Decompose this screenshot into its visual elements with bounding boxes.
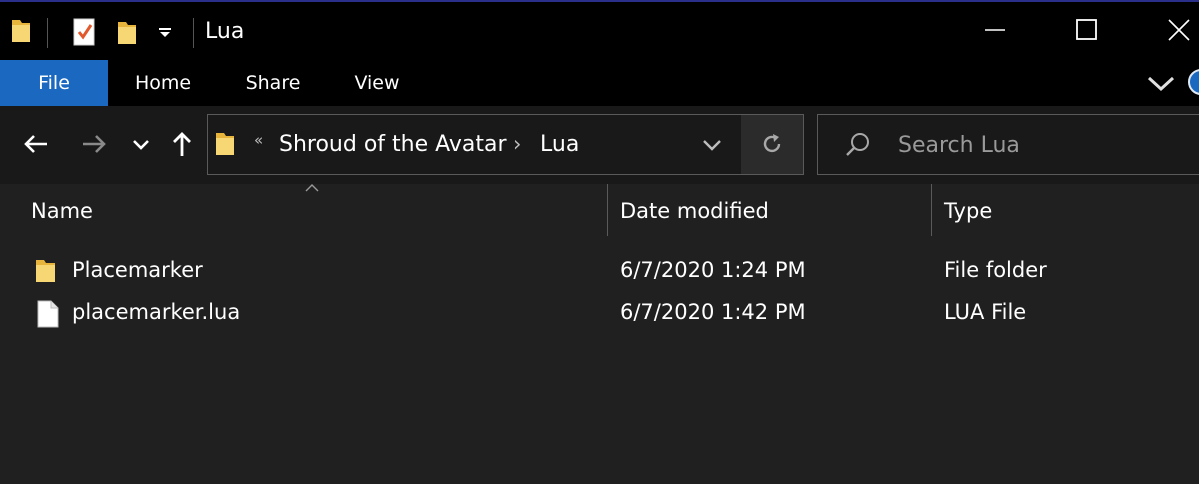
address-dropdown-button[interactable] — [701, 137, 723, 157]
column-header-name[interactable]: Name — [31, 198, 93, 224]
up-arrow-icon — [171, 131, 193, 161]
properties-icon[interactable] — [72, 16, 98, 52]
toolbar-divider — [193, 18, 194, 48]
address-overflow[interactable]: « — [254, 131, 263, 149]
file-date-modified: 6/7/2020 1:24 PM — [620, 258, 806, 282]
tab-file[interactable]: File — [0, 60, 108, 106]
forward-button[interactable] — [76, 124, 112, 168]
file-icon — [37, 300, 59, 332]
new-folder-icon[interactable] — [116, 16, 138, 52]
minimize-icon — [985, 20, 1005, 44]
minimize-button[interactable] — [965, 2, 1025, 62]
window-title: Lua — [205, 19, 245, 44]
column-header-date-modified[interactable]: Date modified — [620, 198, 769, 224]
folder-icon — [10, 16, 32, 50]
column-headers: Name Date modified Type — [0, 184, 1199, 236]
folder-icon — [35, 258, 57, 288]
expand-ribbon-button[interactable] — [1145, 70, 1177, 96]
forward-arrow-icon — [81, 133, 107, 159]
tab-share[interactable]: Share — [234, 60, 312, 106]
chevron-down-icon — [701, 138, 723, 157]
column-header-type[interactable]: Type — [944, 198, 992, 224]
file-name: placemarker.lua — [72, 300, 241, 324]
column-divider[interactable] — [607, 184, 608, 236]
tab-home[interactable]: Home — [122, 60, 204, 106]
toolbar-divider — [47, 18, 48, 48]
back-arrow-icon — [23, 133, 49, 159]
recent-locations-icon — [132, 137, 150, 156]
list-item[interactable]: placemarker.lua 6/7/2020 1:42 PM LUA Fil… — [0, 292, 1199, 334]
search-icon — [845, 132, 871, 162]
maximize-button[interactable] — [1057, 2, 1117, 62]
refresh-button[interactable] — [741, 115, 803, 174]
customize-dropdown-icon[interactable] — [158, 24, 172, 43]
breadcrumb-shroud-of-the-avatar[interactable]: Shroud of the Avatar — [279, 132, 507, 158]
close-button[interactable] — [1149, 2, 1199, 62]
refresh-icon — [760, 132, 784, 160]
folder-icon — [214, 129, 236, 163]
breadcrumb-separator[interactable]: › — [513, 132, 521, 156]
breadcrumb-lua[interactable]: Lua — [540, 132, 579, 158]
tab-view[interactable]: View — [340, 60, 414, 106]
back-button[interactable] — [18, 124, 54, 168]
file-date-modified: 6/7/2020 1:42 PM — [620, 300, 806, 324]
close-icon — [1168, 19, 1190, 45]
title-bar: Lua — [0, 0, 1199, 60]
list-item[interactable]: Placemarker 6/7/2020 1:24 PM File folder — [0, 250, 1199, 292]
maximize-icon — [1076, 19, 1098, 45]
ribbon: File Home Share View — [0, 60, 1199, 106]
file-type: File folder — [944, 258, 1047, 282]
file-type: LUA File — [944, 300, 1027, 324]
up-button[interactable] — [166, 124, 198, 168]
recent-locations-button[interactable] — [126, 124, 156, 168]
search-input[interactable]: Search Lua — [898, 133, 1020, 159]
column-divider[interactable] — [931, 184, 932, 236]
search-box[interactable]: Search Lua — [817, 114, 1199, 175]
address-bar[interactable]: « Shroud of the Avatar › Lua — [207, 114, 804, 175]
file-name: Placemarker — [72, 258, 203, 282]
chevron-down-icon — [1145, 76, 1177, 100]
